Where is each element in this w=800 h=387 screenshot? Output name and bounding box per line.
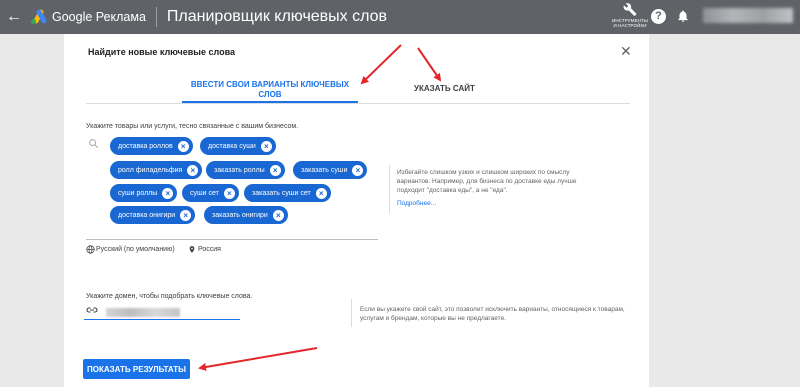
keywords-input-underline xyxy=(86,239,378,240)
keyword-chip[interactable]: заказать роллы × xyxy=(206,161,285,179)
tab-specify-site[interactable]: УКАЗАТЬ САЙТ xyxy=(414,84,475,93)
keyword-chip-label: заказать суши xyxy=(301,166,348,174)
hint-divider xyxy=(389,165,390,213)
remove-chip-icon[interactable]: × xyxy=(187,164,199,176)
header-divider xyxy=(155,7,157,27)
keyword-chip[interactable]: доставка суши × xyxy=(200,137,276,155)
close-icon[interactable]: ✕ xyxy=(620,43,632,60)
site-hint: Если вы укажете свой сайт, это позволит … xyxy=(360,306,625,322)
keyword-chip-label: доставка онигири xyxy=(118,211,176,219)
account-info-blurred[interactable] xyxy=(703,8,793,23)
keyword-chip-label: заказать онигири xyxy=(212,211,268,219)
show-results-button[interactable]: ПОКАЗАТЬ РЕЗУЛЬТАТЫ xyxy=(83,359,190,379)
keyword-chip-label: ролл филадельфия xyxy=(118,166,183,174)
keyword-chip[interactable]: заказать суши сет × xyxy=(244,184,331,202)
keyword-chip[interactable]: суши роллы × xyxy=(110,184,178,202)
tools-label-line2: И НАСТРОЙКИ xyxy=(613,23,647,28)
remove-chip-icon[interactable]: × xyxy=(352,164,364,176)
panel-title: Найдите новые ключевые слова xyxy=(88,47,236,57)
tools-and-settings-button[interactable]: ИНСТРУМЕНТЫ И НАСТРОЙКИ xyxy=(607,2,653,28)
keyword-chip[interactable]: заказать онигири × xyxy=(204,206,288,224)
keyword-planner-panel: Найдите новые ключевые слова ✕ ВВЕСТИ СВ… xyxy=(64,34,649,387)
link-icon xyxy=(86,306,98,317)
keyword-chip-label: доставка роллов xyxy=(118,142,173,150)
page-title: Планировщик ключевых слов xyxy=(166,8,388,25)
remove-chip-icon[interactable]: × xyxy=(260,140,272,152)
remove-chip-icon[interactable]: × xyxy=(272,209,284,221)
remove-chip-icon[interactable]: × xyxy=(180,209,192,221)
remove-chip-icon[interactable]: × xyxy=(315,187,327,199)
keyword-chip-label: заказать роллы xyxy=(214,166,265,174)
remove-chip-icon[interactable]: × xyxy=(269,164,281,176)
location-selector[interactable]: Россия xyxy=(198,246,221,253)
domain-prompt: Укажите домен, чтобы подобрать ключевые … xyxy=(86,293,253,300)
help-icon[interactable]: ? xyxy=(651,9,666,24)
location-pin-icon xyxy=(188,245,196,256)
tabs-divider xyxy=(86,103,630,104)
keywords-hint: Избегайте слишком узких и слишком широки… xyxy=(397,169,577,194)
top-app-bar: ← Google Реклама Планировщик ключевых сл… xyxy=(0,0,800,34)
site-hint-divider xyxy=(351,299,352,327)
keyword-chip-label: суши роллы xyxy=(118,189,158,197)
search-icon xyxy=(88,138,99,152)
keyword-chip[interactable]: доставка роллов × xyxy=(110,137,193,155)
keyword-chip[interactable]: суши сет × xyxy=(182,184,239,202)
wrench-icon xyxy=(607,2,653,18)
keyword-chip-label: суши сет xyxy=(190,189,219,197)
back-arrow-icon[interactable]: ← xyxy=(2,5,26,29)
keyword-chip[interactable]: заказать суши × xyxy=(293,161,368,179)
notifications-bell-icon[interactable] xyxy=(676,8,690,29)
domain-input-value-blurred[interactable] xyxy=(106,308,180,317)
remove-chip-icon[interactable]: × xyxy=(223,187,235,199)
keywords-prompt: Укажите товары или услуги, тесно связанн… xyxy=(86,123,299,130)
keyword-chip[interactable]: ролл филадельфия × xyxy=(110,161,203,179)
google-ads-logo xyxy=(30,9,48,25)
language-selector[interactable]: Русский (по умолчанию) xyxy=(96,246,175,253)
domain-input-underline xyxy=(84,319,240,320)
keyword-chip[interactable]: доставка онигири × xyxy=(110,206,196,224)
brand-name: Google Реклама xyxy=(52,10,146,24)
tab-enter-keywords[interactable]: ВВЕСТИ СВОИ ВАРИАНТЫ КЛЮЧЕВЫХ СЛОВ xyxy=(182,80,358,100)
remove-chip-icon[interactable]: × xyxy=(162,187,174,199)
learn-more-link[interactable]: Подробнее... xyxy=(397,200,436,207)
keyword-chip-label: доставка суши xyxy=(208,142,256,150)
remove-chip-icon[interactable]: × xyxy=(177,140,189,152)
keyword-chip-label: заказать суши сет xyxy=(252,189,311,197)
globe-icon xyxy=(86,245,95,256)
